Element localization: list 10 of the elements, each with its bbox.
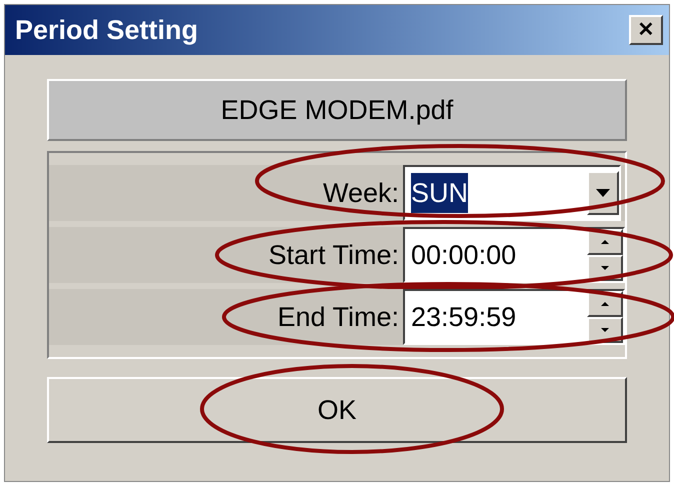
field-label: Week: bbox=[322, 176, 400, 210]
file-name-label: EDGE MODEM.pdf bbox=[47, 79, 627, 141]
time-spinner[interactable]: 23:59:59 bbox=[403, 289, 625, 345]
week-dropdown[interactable]: SUN bbox=[403, 165, 621, 221]
field-label: End Time: bbox=[276, 300, 400, 334]
window-title: Period Setting bbox=[15, 14, 198, 47]
time-spinner[interactable]: 00:00:00 bbox=[403, 227, 625, 283]
field-label: Start Time: bbox=[267, 238, 400, 272]
ok-button[interactable]: OK bbox=[47, 377, 627, 443]
close-button[interactable]: ✕ bbox=[629, 15, 663, 45]
